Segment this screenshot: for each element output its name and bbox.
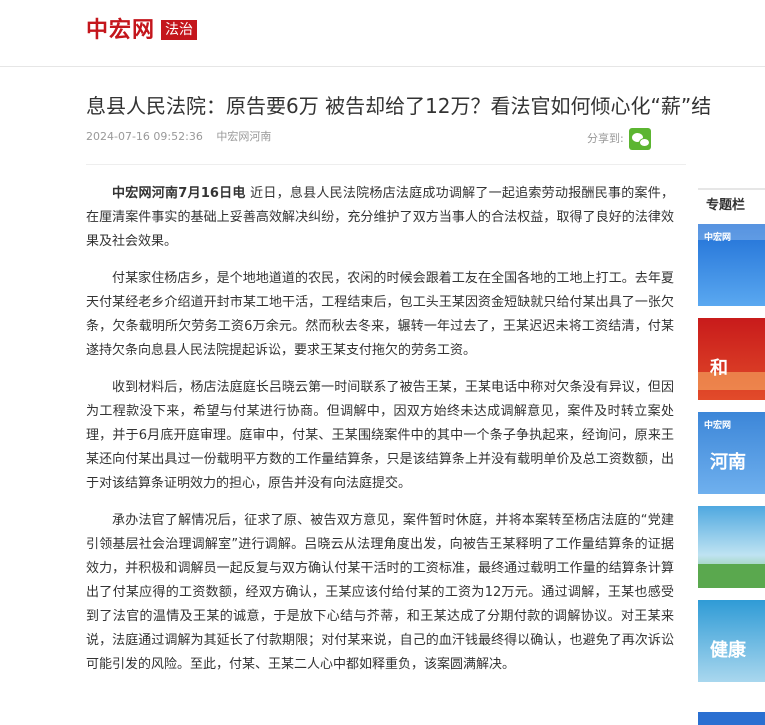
topic-thumbnail-partial[interactable] [698, 712, 765, 725]
article-body: 中宏网河南7月16日电 近日，息县人民法院杨店法庭成功调解了一起追索劳动报酬民事… [86, 182, 674, 690]
topic-thumbnail[interactable] [698, 506, 765, 588]
article-title: 息县人民法院：原告要6万 被告却给了12万？看法官如何倾心化“薪”结 [86, 94, 712, 118]
site-header: 中宏网 法治 [0, 0, 765, 67]
topic-thumbnail[interactable]: 健康 [698, 600, 765, 682]
divider [86, 164, 686, 165]
topic-thumbnail[interactable]: 中宏网 河南 [698, 412, 765, 494]
lead-source: 中宏网河南7月16日电 [112, 186, 246, 201]
share-bar: 分享到: [587, 128, 651, 150]
topic-thumbnail[interactable]: 和 [698, 318, 765, 400]
channel-tag[interactable]: 法治 [161, 20, 198, 40]
publish-date: 2024-07-16 09:52:36 [86, 130, 203, 143]
wechat-icon[interactable] [628, 128, 651, 150]
paragraph: 承办法官了解情况后，征求了原、被告双方意见，案件暂时休庭，并将本案转至杨店法庭的… [86, 513, 674, 672]
article-source[interactable]: 中宏网河南 [216, 130, 271, 143]
paragraph: 付某家住杨店乡，是个地地道道的农民，农闲的时候会跟着工友在全国各地的工地上打工。… [86, 271, 674, 358]
paragraph: 中宏网河南7月16日电 近日，息县人民法院杨店法庭成功调解了一起追索劳动报酬民事… [86, 186, 674, 249]
site-logo[interactable]: 中宏网 法治 [86, 16, 198, 44]
logo-text: 中宏网 [86, 17, 156, 43]
topic-thumbnail[interactable]: 中宏网 [698, 224, 765, 306]
paragraph: 收到材料后，杨店法庭庭长吕晓云第一时间联系了被告王某，王某电话中称对欠条没有异议… [86, 380, 674, 491]
share-label: 分享到: [587, 132, 624, 145]
article-meta: 2024-07-16 09:52:36 中宏网河南 [86, 129, 271, 145]
topics-sidebar: 专题栏 中宏网 和 中宏网 河南 健康 [698, 188, 765, 682]
sidebar-title: 专题栏 [698, 188, 765, 216]
